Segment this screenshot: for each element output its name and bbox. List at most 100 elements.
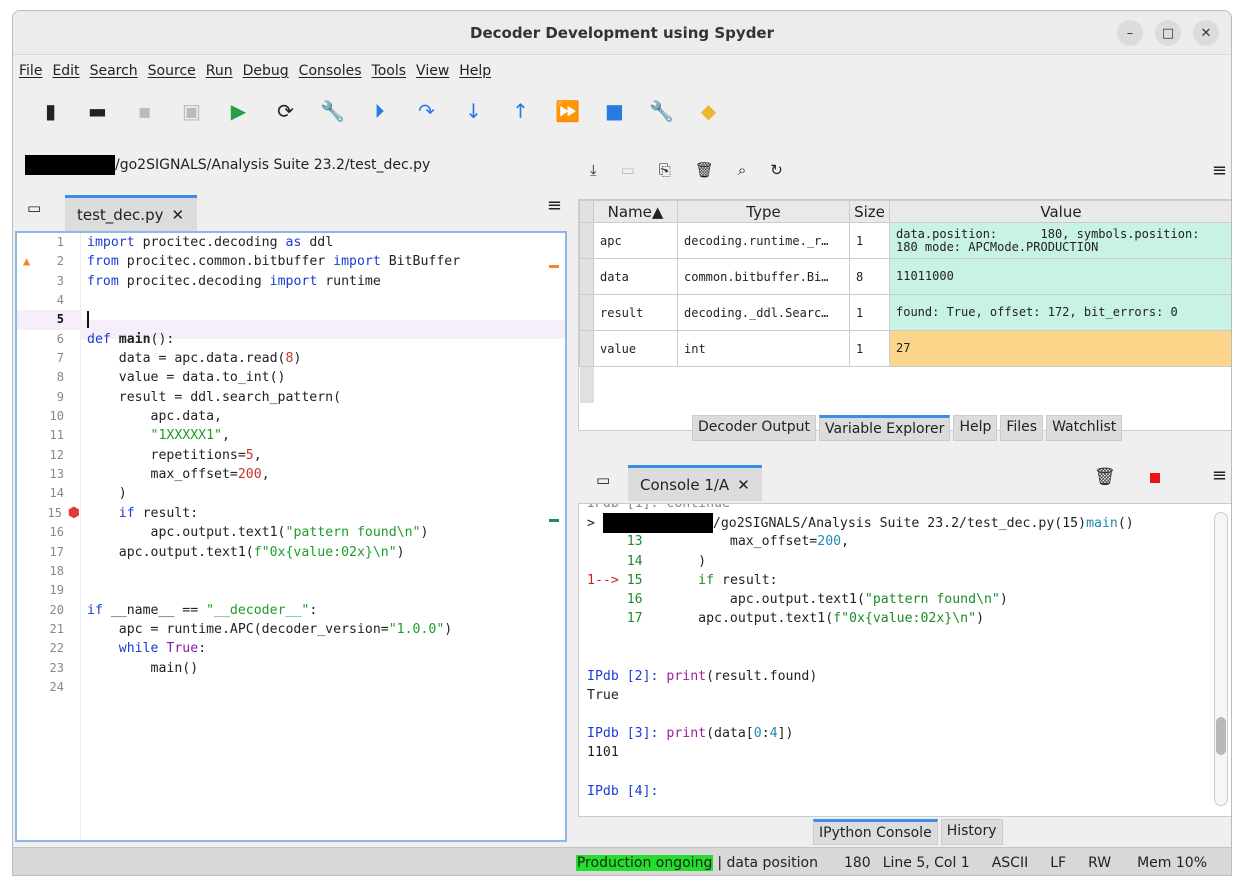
maximize-button[interactable]: □ xyxy=(1155,20,1181,46)
code-area[interactable]: import procitec.decoding as ddl from proc… xyxy=(87,233,557,697)
column-header[interactable]: Name▲ xyxy=(593,200,678,223)
varexplorer-menu-icon[interactable]: ≡ xyxy=(1212,160,1227,181)
stop-icon[interactable] xyxy=(1150,473,1160,483)
preferences-button[interactable]: 🔧 xyxy=(638,93,685,129)
stop-debug-button[interactable]: ■ xyxy=(591,93,638,129)
save-button[interactable]: ▪ xyxy=(121,93,168,129)
cell-size[interactable]: 8 xyxy=(849,258,890,295)
menu-help[interactable]: Help xyxy=(459,63,491,79)
cell-value[interactable]: data.position: 180, symbols.position: 18… xyxy=(889,222,1231,259)
search-icon[interactable]: ⌕ xyxy=(738,161,746,179)
tab-console-1a[interactable]: Console 1/A ✕ xyxy=(628,465,762,501)
table-row[interactable]: apc decoding.runtime._r… 1 data.position: 1… xyxy=(579,222,1231,259)
tab-close-icon[interactable]: ✕ xyxy=(171,206,184,224)
menu-search[interactable]: Search xyxy=(90,63,138,79)
python-button[interactable]: ◆ xyxy=(685,93,732,129)
menu-tools[interactable]: Tools xyxy=(372,63,407,79)
code-line[interactable]: while True: xyxy=(87,639,557,658)
step-over-button[interactable]: ↷ xyxy=(403,93,450,129)
cell-value[interactable]: 27 xyxy=(889,330,1231,367)
remove-all-icon[interactable]: 🗑 xyxy=(695,161,714,179)
step-into-button[interactable]: ↓ xyxy=(450,93,497,129)
refresh-icon[interactable]: ↻ xyxy=(770,161,783,179)
editor-menu-icon[interactable]: ≡ xyxy=(547,195,562,216)
line-number-gutter[interactable]: 1 2 ▲ 3 4 5 6 7 8 9 10 11 12 13 14 15 ⬢ 16 17 18 19 20 21 22 23 2… xyxy=(17,233,81,840)
cell-size[interactable]: 1 xyxy=(849,294,890,331)
warning-icon[interactable]: ▲ xyxy=(23,252,30,271)
code-line[interactable]: max_offset=200, xyxy=(87,465,557,484)
menu-view[interactable]: View xyxy=(416,63,449,79)
table-row[interactable]: value int 1 27 xyxy=(579,330,1231,367)
tab-ipython-console[interactable]: IPython Console xyxy=(813,819,938,845)
column-header[interactable]: Value xyxy=(889,200,1231,223)
code-line[interactable] xyxy=(87,291,557,310)
save-all-button[interactable]: ▣ xyxy=(168,93,215,129)
cell-name[interactable]: data xyxy=(593,258,678,295)
tab-decoder-output[interactable]: Decoder Output xyxy=(692,415,816,441)
menu-run[interactable]: Run xyxy=(206,63,233,79)
save-as-icon[interactable]: ⎘ xyxy=(659,161,671,179)
configure-run-button[interactable]: 🔧 xyxy=(309,93,356,129)
run-button[interactable]: ▶ xyxy=(215,93,262,129)
code-line[interactable]: import procitec.decoding as ddl xyxy=(87,233,557,252)
code-editor[interactable]: 1 2 ▲ 3 4 5 6 7 8 9 10 11 12 13 14 15 ⬢ 16 17 18 19 20 21 22 23 2… xyxy=(15,231,567,842)
cell-name[interactable]: result xyxy=(593,294,678,331)
code-line[interactable]: apc = runtime.APC(decoder_version="1.0.0… xyxy=(87,620,557,639)
code-line[interactable]: from procitec.common.bitbuffer import Bi… xyxy=(87,252,557,271)
menu-debug[interactable]: Debug xyxy=(243,63,289,79)
console-output[interactable]: IPdb [1]: continue > /go2SIGNALS/Analysis… xyxy=(578,503,1231,817)
code-line[interactable]: if __name__ == "__decoder__": xyxy=(87,601,557,620)
save-data-icon[interactable]: ▭ xyxy=(621,161,635,179)
column-header[interactable]: Type xyxy=(677,200,850,223)
column-header[interactable]: Size xyxy=(849,200,890,223)
console-scrollbar[interactable] xyxy=(1214,512,1228,806)
menu-edit[interactable]: Edit xyxy=(52,63,79,79)
browse-tabs-icon[interactable]: ▭ xyxy=(27,199,41,217)
code-line[interactable] xyxy=(87,562,557,581)
tab-watchlist[interactable]: Watchlist xyxy=(1046,415,1123,441)
menu-file[interactable]: File xyxy=(19,63,42,79)
open-folder-button[interactable]: ▬ xyxy=(74,93,121,129)
cell-size[interactable]: 1 xyxy=(849,330,890,367)
import-data-icon[interactable]: ⤓ xyxy=(590,161,597,179)
code-line[interactable]: main() xyxy=(87,659,557,678)
code-line[interactable]: apc.output.text1("pattern found\n") xyxy=(87,523,557,542)
cell-name[interactable]: value xyxy=(593,330,678,367)
menu-source[interactable]: Source xyxy=(148,63,196,79)
scrollbar-thumb[interactable] xyxy=(1216,717,1226,755)
trash-icon[interactable]: 🗑 xyxy=(1094,467,1116,487)
cell-type[interactable]: common.bitbuffer.Bi… xyxy=(677,258,850,295)
tab-variable-explorer[interactable]: Variable Explorer xyxy=(819,415,951,441)
table-row[interactable]: result decoding._ddl.Searc… 1 found: True, … xyxy=(579,294,1231,331)
cell-size[interactable]: 1 xyxy=(849,222,890,259)
cell-value[interactable]: 11011000 xyxy=(889,258,1231,295)
console-menu-icon[interactable]: ≡ xyxy=(1212,465,1227,486)
code-line[interactable]: result = ddl.search_pattern( xyxy=(87,388,557,407)
code-line[interactable]: apc.output.text1(f"0x{value:02x}\n") xyxy=(87,543,557,562)
code-line[interactable]: value = data.to_int() xyxy=(87,368,557,387)
debug-button[interactable]: ⏵ xyxy=(356,93,403,129)
tab-files[interactable]: Files xyxy=(1000,415,1044,441)
code-line[interactable]: apc.data, xyxy=(87,407,557,426)
tab-test-dec[interactable]: test_dec.py ✕ xyxy=(65,195,197,231)
tab-history[interactable]: History xyxy=(940,819,1003,845)
code-line[interactable]: "1XXXXX1", xyxy=(87,426,557,445)
console-tab-close-icon[interactable]: ✕ xyxy=(737,476,750,494)
code-line[interactable]: from procitec.decoding import runtime xyxy=(87,272,557,291)
menu-consoles[interactable]: Consoles xyxy=(299,63,362,79)
code-line[interactable]: repetitions=5, xyxy=(87,446,557,465)
rerun-button[interactable]: ⟳ xyxy=(262,93,309,129)
cell-type[interactable]: decoding.runtime._r… xyxy=(677,222,850,259)
continue-button[interactable]: ⏩ xyxy=(544,93,591,129)
new-file-button[interactable]: ▮ xyxy=(27,93,74,129)
cell-type[interactable]: decoding._ddl.Searc… xyxy=(677,294,850,331)
code-line[interactable]: if result: xyxy=(87,504,557,523)
tab-help[interactable]: Help xyxy=(953,415,998,441)
code-line[interactable]: def main(): xyxy=(87,330,557,349)
variable-table[interactable]: Name▲ Type Size Value apc decoding.runtime._… xyxy=(578,199,1231,431)
code-line[interactable] xyxy=(87,678,557,697)
close-button[interactable]: ✕ xyxy=(1193,20,1219,46)
browse-console-tabs-icon[interactable]: ▭ xyxy=(596,471,610,489)
breakpoint-icon[interactable]: ⬢ xyxy=(68,504,80,523)
code-line[interactable] xyxy=(87,310,557,329)
